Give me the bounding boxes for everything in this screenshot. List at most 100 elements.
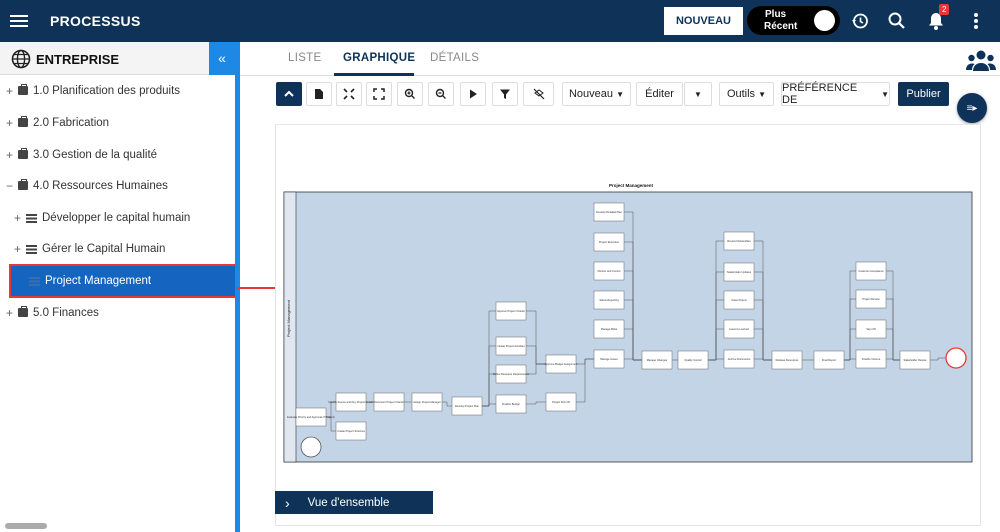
preference-dropdown[interactable]: PRÉFÉRENCE DE ▼ bbox=[781, 82, 890, 106]
tree-item-developper[interactable]: + Développer le capital humain bbox=[14, 208, 190, 228]
process-step-label: Document Project Charter bbox=[374, 400, 404, 404]
collapse-up-button[interactable] bbox=[276, 82, 302, 106]
diagram-canvas[interactable]: Project Management Project Management Ev… bbox=[275, 124, 981, 526]
process-step[interactable]: Assign Project Manager bbox=[411, 392, 443, 412]
process-step[interactable]: Manage Changes bbox=[641, 350, 673, 370]
filter-button[interactable] bbox=[492, 82, 518, 106]
tab-liste[interactable]: LISTE bbox=[288, 52, 321, 64]
tree-item-project-management[interactable]: Project Management bbox=[9, 264, 237, 298]
process-step[interactable]: Define Resource Requirements bbox=[493, 364, 530, 384]
nouveau-label: Nouveau bbox=[568, 88, 614, 100]
process-step[interactable]: Monitor and Control bbox=[593, 261, 625, 281]
layers-off-icon bbox=[533, 88, 544, 100]
tree-item-gerer[interactable]: + Gérer le Capital Humain bbox=[14, 239, 165, 259]
overview-label: Vue d'ensemble bbox=[307, 496, 390, 509]
editer-button[interactable]: Éditer bbox=[636, 82, 683, 106]
process-step[interactable]: Lessons Learned bbox=[723, 319, 755, 339]
process-step[interactable]: Finalize Closure bbox=[855, 349, 887, 369]
recent-toggle[interactable]: Plus Récent bbox=[747, 6, 840, 35]
publish-button[interactable]: Publier bbox=[898, 82, 949, 106]
editer-label: Éditer bbox=[645, 88, 674, 100]
chevron-up-icon bbox=[284, 90, 294, 97]
document-button[interactable] bbox=[306, 82, 332, 106]
process-step[interactable]: Develop Project Plan bbox=[451, 396, 483, 416]
process-step-label: Customer Acceptance bbox=[858, 269, 884, 273]
nouveau-dropdown[interactable]: Nouveau ▼ bbox=[562, 82, 631, 106]
start-event[interactable] bbox=[300, 436, 322, 458]
process-step[interactable]: Develop Detailed Plan bbox=[593, 202, 625, 222]
zoom-in-button[interactable] bbox=[397, 82, 423, 106]
process-step-label: Project Review bbox=[862, 297, 879, 301]
expand-icon[interactable]: + bbox=[6, 116, 18, 130]
collapse-icon[interactable]: − bbox=[6, 179, 18, 193]
process-step[interactable]: Project Kick Off bbox=[545, 392, 577, 412]
process-step[interactable]: Manage Risks bbox=[593, 319, 625, 339]
end-event[interactable] bbox=[945, 347, 967, 369]
process-step[interactable]: Release Resources bbox=[771, 350, 803, 370]
process-step[interactable]: Manage Issues bbox=[593, 349, 625, 369]
tree-item-qualite[interactable]: + 3.0 Gestion de la qualité bbox=[6, 145, 157, 165]
process-step[interactable]: Sign Off bbox=[855, 319, 887, 339]
zoom-out-button[interactable] bbox=[428, 82, 454, 106]
tree-item-finances[interactable]: + 5.0 Finances bbox=[6, 303, 99, 323]
outils-dropdown[interactable]: Outils ▼ bbox=[719, 82, 774, 106]
expand-icon[interactable]: + bbox=[6, 148, 18, 162]
menu-icon[interactable] bbox=[10, 15, 28, 27]
process-step-label: Archive Documents bbox=[728, 357, 751, 361]
process-step-label: Initiate Project Activities bbox=[497, 344, 525, 348]
process-step[interactable]: Approve Budget Assignment bbox=[545, 354, 578, 374]
fit-button[interactable] bbox=[336, 82, 362, 106]
list-icon bbox=[26, 244, 37, 254]
expand-icon[interactable]: + bbox=[14, 242, 26, 256]
tree-item-fabrication[interactable]: + 2.0 Fabrication bbox=[6, 113, 109, 133]
process-step[interactable]: Approve Project Charter bbox=[495, 301, 527, 321]
expand-icon[interactable]: + bbox=[6, 306, 18, 320]
process-step[interactable]: Finalize Budget bbox=[495, 394, 527, 414]
new-button[interactable]: NOUVEAU bbox=[664, 7, 743, 35]
process-step[interactable]: Customer Acceptance bbox=[855, 261, 887, 281]
process-step-label: Manage Changes bbox=[647, 358, 668, 362]
process-step[interactable]: Initiate Project Activities bbox=[495, 336, 527, 356]
process-step[interactable]: Close Project bbox=[723, 290, 755, 310]
overview-bar[interactable]: › Vue d'ensemble bbox=[275, 491, 433, 514]
process-step-label: Stakeholder Review bbox=[903, 358, 926, 362]
process-step[interactable]: Stakeholder Review bbox=[899, 350, 931, 370]
process-step[interactable]: Final Report bbox=[813, 350, 845, 370]
tree-item-planification[interactable]: + 1.0 Planification des produits bbox=[6, 81, 180, 101]
search-icon[interactable] bbox=[887, 11, 907, 31]
preference-label: PRÉFÉRENCE DE bbox=[782, 82, 858, 106]
tab-details[interactable]: DÉTAILS bbox=[430, 52, 479, 64]
process-step-label: Manage Risks bbox=[601, 327, 618, 331]
action-menu-button[interactable]: ≡▸ bbox=[957, 93, 987, 123]
people-icon[interactable] bbox=[966, 49, 996, 73]
tab-graphique[interactable]: GRAPHIQUE bbox=[343, 52, 415, 64]
play-button[interactable] bbox=[460, 82, 486, 106]
tree-item-label: Project Management bbox=[45, 275, 152, 287]
more-vert-icon[interactable] bbox=[966, 11, 986, 31]
process-step[interactable]: Quality Control bbox=[677, 350, 709, 370]
process-step[interactable]: Stakeholder Updates bbox=[723, 262, 755, 282]
hide-layers-button[interactable] bbox=[523, 82, 554, 106]
sidebar-header: ENTREPRISE « bbox=[0, 42, 235, 75]
process-step[interactable]: Document Project Charter bbox=[373, 392, 405, 412]
process-step[interactable]: Review Deliverables bbox=[723, 231, 755, 251]
expand-icon[interactable]: + bbox=[14, 211, 26, 225]
expand-icon[interactable]: + bbox=[6, 84, 18, 98]
process-step[interactable]: Create Project Structure bbox=[335, 421, 367, 441]
list-menu-icon: ≡▸ bbox=[966, 102, 978, 114]
process-step[interactable]: Project Review bbox=[855, 289, 887, 309]
collapse-sidebar-button[interactable]: « bbox=[209, 42, 235, 75]
sidebar-title: ENTREPRISE bbox=[36, 52, 120, 67]
editer-dropdown-toggle[interactable]: ▼ bbox=[684, 82, 712, 106]
process-step[interactable]: Archive Documents bbox=[723, 349, 755, 369]
process-step[interactable]: Status Reporting bbox=[593, 290, 625, 310]
sidebar-scrollbar[interactable] bbox=[5, 523, 47, 529]
recent-label-2: Récent bbox=[764, 21, 798, 32]
history-icon[interactable] bbox=[850, 11, 870, 31]
tree-item-label: 1.0 Planification des produits bbox=[33, 85, 181, 97]
process-step[interactable]: Project Execution bbox=[593, 232, 625, 252]
process-diagram[interactable]: Project Management Project Management Ev… bbox=[276, 125, 982, 527]
tree-item-ressources-humaines[interactable]: − 4.0 Ressources Humaines bbox=[6, 176, 168, 196]
fullscreen-button[interactable] bbox=[366, 82, 392, 106]
caret-down-icon: ▼ bbox=[758, 89, 767, 99]
